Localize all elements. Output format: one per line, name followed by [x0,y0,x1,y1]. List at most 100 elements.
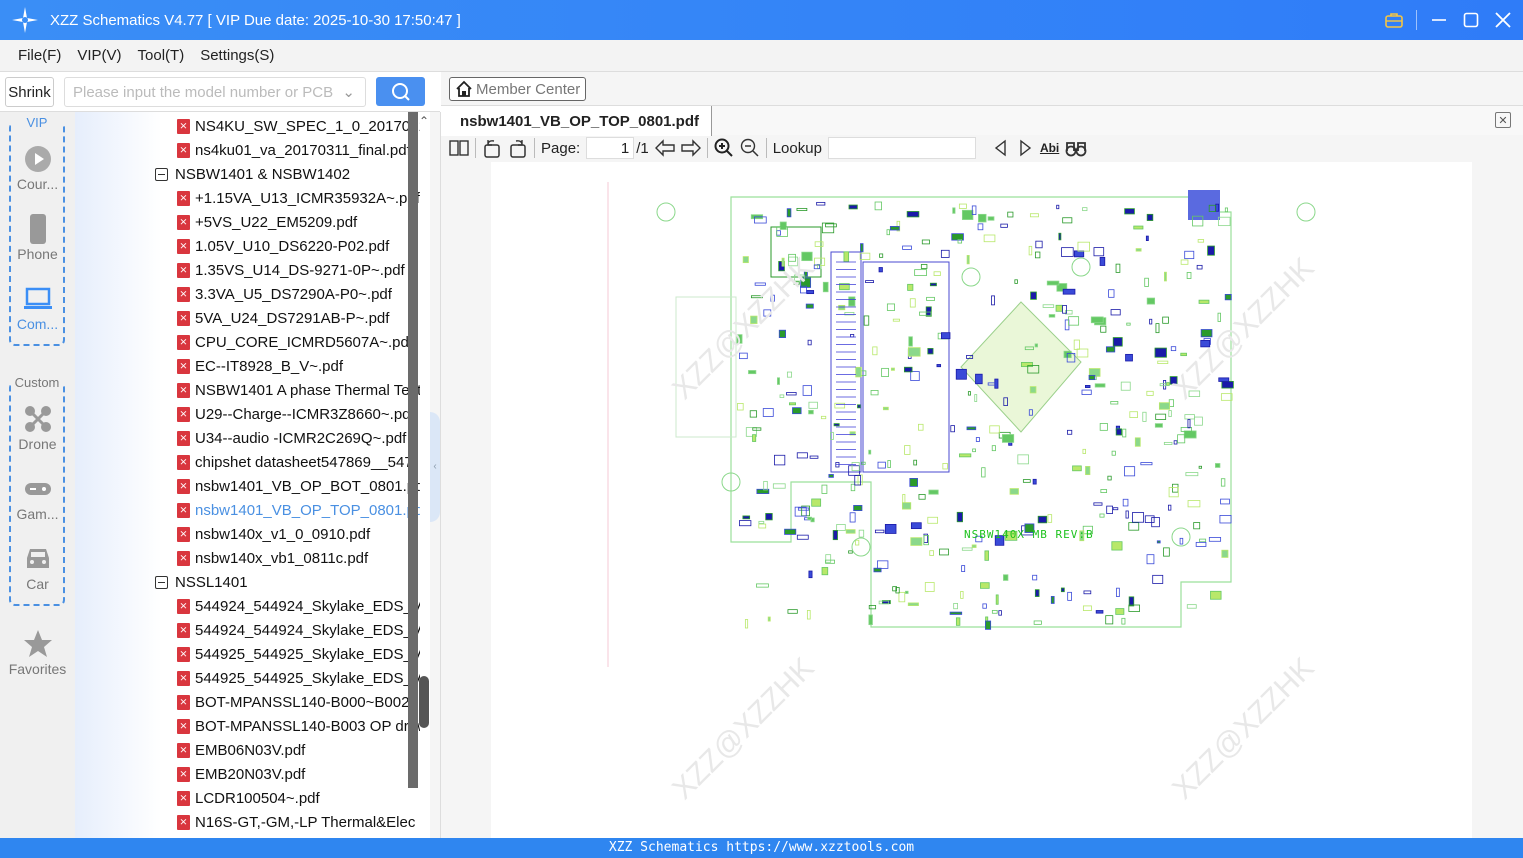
tree-file[interactable]: ⨯ EMB06N03V.pdf [177,738,305,762]
collapse-handle[interactable]: ‹ [430,412,440,522]
tree-label: chipshet datasheet547869__547 [195,453,413,471]
lookup-input[interactable] [827,137,976,159]
lookup-label: Lookup [772,139,822,157]
pdf-file-icon: ⨯ [177,694,190,710]
car-icon [0,542,75,576]
panel-splitter[interactable]: ‹ [430,112,441,838]
tree-file[interactable]: ⨯ chipshet datasheet547869__547 [177,450,413,474]
member-center-button[interactable]: Member Center [449,77,587,101]
tree-label: NSBW1401 A phase Thermal Test [195,381,420,399]
nav-computer[interactable]: Com... [0,282,75,332]
collapse-icon[interactable] [155,575,168,589]
tree-scrollbar-thumb[interactable] [419,676,429,728]
pdf-file-icon: ⨯ [177,406,190,422]
menu-settings[interactable]: Settings(S) [200,47,274,64]
tree-folder[interactable]: NSSL1401 [155,570,248,594]
tree-file[interactable]: ⨯ nsbw1401_VB_OP_TOP_0801.pdf [177,498,420,522]
tree-file[interactable]: ⨯ 1.35VS_U14_DS-9271-0P~.pdf [177,258,405,282]
nav-car[interactable]: Car [0,542,75,592]
tree-file[interactable]: ⨯ +1.15VA_U13_ICMR35932A~.pdf [177,186,420,210]
tree-file[interactable]: ⨯ CPU_CORE_ICMRD5607A~.pdf [177,330,413,354]
find-prev-icon[interactable] [992,139,1010,157]
zoom-in-icon[interactable] [714,138,734,158]
window-title: XZZ Schematics V4.77 [ VIP Due date: 202… [50,11,461,29]
play-icon [0,142,75,176]
tree-file[interactable]: ⨯ N16S-GT,-GM,-LP Thermal&Elec [177,810,415,834]
document-tab[interactable]: nsbw1401_VB_OP_TOP_0801.pdf [441,106,713,136]
nav-courses[interactable]: Cour... [0,142,75,192]
prev-page-icon[interactable] [654,139,675,157]
zoom-out-icon[interactable] [740,138,760,158]
page-input[interactable]: 1 [586,137,635,159]
collapse-icon[interactable] [155,167,168,181]
tree-file[interactable]: ⨯ nsbw140x_v1_0_0910.pdf [177,522,370,546]
pdf-file-icon: ⨯ [177,334,190,350]
tree-file[interactable]: ⨯ 3.3VA_U5_DS7290A-P0~.pdf [177,282,392,306]
menu-vip[interactable]: VIP(V) [77,47,121,64]
tree-file[interactable]: ⨯ BOT-MPANSSL140-B000~B002 [177,690,409,714]
minimize-button[interactable] [1429,10,1449,30]
pdf-file-icon: ⨯ [177,190,190,206]
tree-file[interactable]: ⨯ U34--audio -ICMR2C269Q~.pdf [177,426,406,450]
nav-label: Drone [18,436,57,452]
tree-file[interactable]: ⨯ BOT-MPANSSL140-B003 OP draw [177,714,420,738]
tree-folder[interactable]: NSBW1401 & NSBW1402 [155,162,350,186]
page-label: Page: [541,139,581,157]
tree-file[interactable]: ⨯ 544925_544925_Skylake_EDS_Vol [177,642,420,666]
tree-file[interactable]: ⨯ 544924_544924_Skylake_EDS_Vol [177,618,420,642]
tree-file[interactable]: ⨯ EMB20N03V.pdf [177,762,305,786]
tree-file[interactable]: ⨯ +5VS_U22_EM5209.pdf [177,210,357,234]
menu-tool[interactable]: Tool(T) [138,47,185,64]
find-next-icon[interactable] [1016,139,1034,157]
tree-label: nsbw1401_VB_OP_BOT_0801.pdf [195,477,420,495]
pdf-page[interactable]: XZZ@XZZHK XZZ@XZZHK XZZ@XZZHK XZZ@XZZHK … [491,162,1472,838]
match-case-icon[interactable]: Abi [1040,141,1059,155]
next-page-icon[interactable] [681,139,701,157]
vip-bag-icon[interactable] [1384,10,1404,30]
status-bar: XZZ Schematics https://www.xzztools.com [0,838,1523,858]
star-icon [0,627,75,661]
search-bar: Shrink Please input the model number or … [0,72,440,112]
close-button[interactable] [1493,10,1513,30]
maximize-button[interactable] [1461,10,1481,30]
search-input[interactable]: Please input the model number or PCB ⌄ [64,77,366,107]
nav-label: Car [26,576,49,592]
nav-game[interactable]: Gam... [0,472,75,522]
phone-icon [0,212,75,246]
tree-file[interactable]: ⨯ 5VA_U24_DS7291AB-P~.pdf [177,306,389,330]
tree-file[interactable]: ⨯ LCDR100504~.pdf [177,786,320,810]
tree-file[interactable]: ⨯ ns4ku01_va_20170311_final.pdf [177,138,411,162]
category-sidebar: VIP Cour... Phone Com... Custom Drone Ga… [0,112,75,838]
tree-file[interactable]: ⨯ NS4KU_SW_SPEC_1_0_20170317 [177,114,420,138]
pdf-file-icon: ⨯ [177,502,190,518]
tree-file[interactable]: ⨯ nsbw140x_vb1_0811c.pdf [177,546,368,570]
rotate-left-icon[interactable] [482,138,502,158]
search-button[interactable] [376,77,425,106]
close-tab-icon[interactable]: ✕ [1495,112,1511,128]
document-tabs: nsbw1401_VB_OP_TOP_0801.pdf ✕ [441,105,1523,136]
shrink-button[interactable]: Shrink [5,77,54,107]
drone-icon [0,402,75,436]
scroll-up-icon[interactable]: ⌃ [419,114,429,128]
nav-phone[interactable]: Phone [0,212,75,262]
nav-favorites[interactable]: Favorites [0,627,75,677]
tree-file[interactable]: ⨯ nsbw1401_VB_OP_BOT_0801.pdf [177,474,420,498]
menu-file[interactable]: File(F) [18,47,61,64]
chevron-down-icon[interactable]: ⌄ [342,83,355,101]
pdf-file-icon: ⨯ [177,646,190,662]
tree-label: U29--Charge--ICMR3Z8660~.pdf [195,405,415,423]
tree-file[interactable]: ⨯ 544925_544925_Skylake_EDS_Vol [177,666,420,690]
vip-group-label: VIP [11,115,63,130]
tree-file[interactable]: ⨯ U29--Charge--ICMR3Z8660~.pdf [177,402,415,426]
binoculars-icon[interactable] [1065,139,1087,157]
tree-label: 1.35VS_U14_DS-9271-0P~.pdf [195,261,405,279]
tree-file[interactable]: ⨯ 1.05V_U10_DS6220-P02.pdf [177,234,389,258]
pdf-file-icon: ⨯ [177,814,190,830]
tree-scrollbar-track[interactable] [408,112,418,788]
rotate-right-icon[interactable] [508,138,528,158]
tree-file[interactable]: ⨯ EC--IT8928_B_V~.pdf [177,354,343,378]
two-page-icon[interactable] [449,139,469,157]
nav-drone[interactable]: Drone [0,402,75,452]
tree-file[interactable]: ⨯ 544924_544924_Skylake_EDS_Vol [177,594,420,618]
tree-file[interactable]: ⨯ NSBW1401 A phase Thermal Test [177,378,420,402]
